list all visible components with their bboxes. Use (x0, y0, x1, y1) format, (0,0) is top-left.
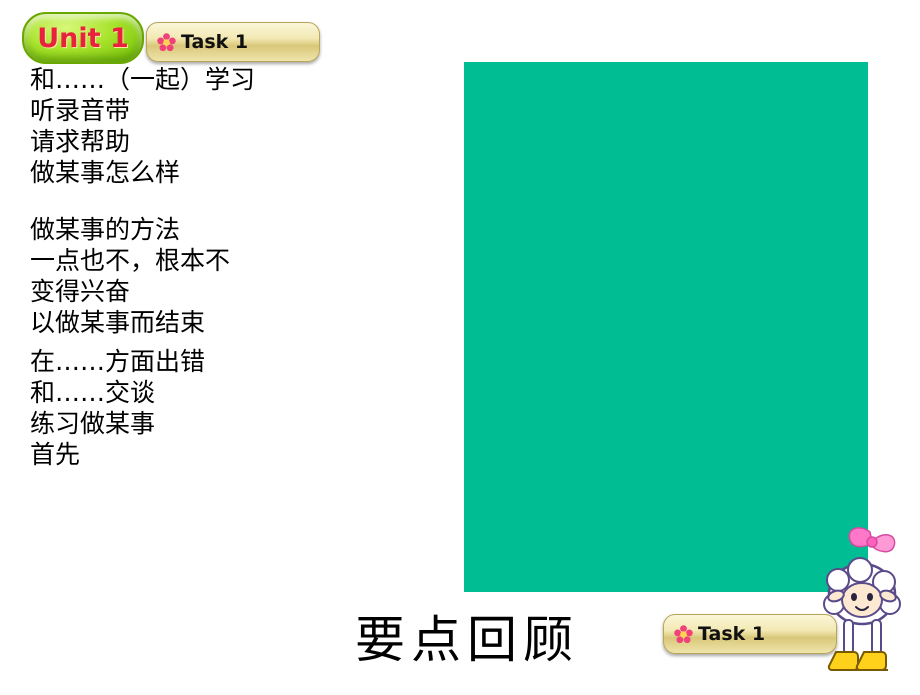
unit-badge: Unit 1 (22, 12, 144, 64)
flower-icon (157, 32, 176, 52)
phrase-line: 以做某事而结束 (30, 308, 206, 337)
phrase-gap (30, 188, 450, 214)
phrase-line: 做某事的方法 (30, 215, 181, 244)
flower-icon (674, 624, 693, 644)
bottom-heading: 要点回顾 (355, 611, 579, 669)
phrase-line: 听录音带 (30, 96, 131, 125)
phrase-line: 在……方面出错 (30, 347, 206, 376)
phrase-line: 练习做某事 (30, 409, 156, 438)
phrase-line: 一点也不，根本不 (30, 246, 231, 275)
task-pill-bottom-label: Task 1 (698, 622, 766, 645)
phrase-line: 请求帮助 (30, 127, 131, 156)
phrase-line: 和……（一起）学习 (30, 65, 256, 94)
phrase-list: 和……（一起）学习 听录音带 请求帮助 做某事怎么样 做某事的方法 一点也不，根… (30, 64, 450, 470)
sheep-mascot-icon (806, 518, 920, 690)
phrase-line: 首先 (30, 440, 81, 469)
slide: Unit 1 Task 1 和……（一起）学习 听录音带 请求帮助 做某事怎么样… (0, 0, 920, 690)
task-pill-top-label: Task 1 (181, 30, 249, 53)
phrase-gap (30, 338, 450, 346)
phrase-line: 变得兴奋 (30, 277, 131, 306)
green-content-panel (464, 62, 868, 592)
task-pill-top: Task 1 (146, 22, 320, 62)
unit-badge-label: Unit 1 (37, 22, 129, 54)
phrase-line: 和……交谈 (30, 378, 156, 407)
phrase-line: 做某事怎么样 (30, 158, 181, 187)
